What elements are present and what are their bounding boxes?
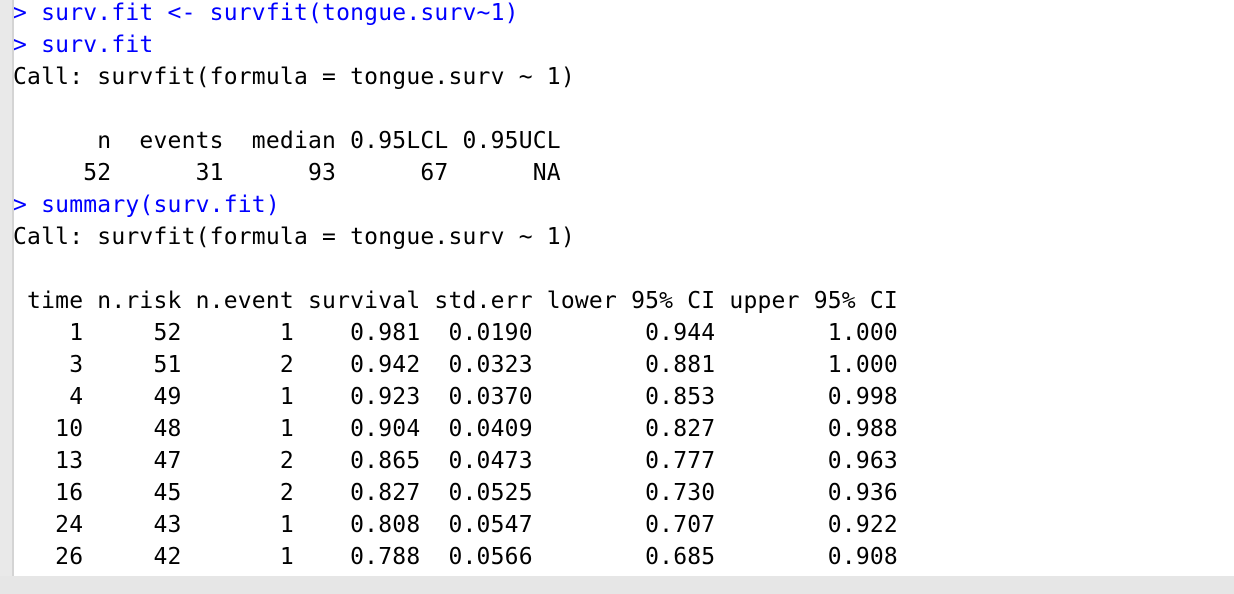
console-output-line: 10 48 1 0.904 0.0409 0.827 0.988 (13, 416, 898, 442)
console-output-line: 13 47 2 0.865 0.0473 0.777 0.963 (13, 448, 898, 474)
console-input-line: > surv.fit (13, 32, 154, 58)
console-output-line: 3 51 2 0.942 0.0323 0.881 1.000 (13, 352, 898, 378)
horizontal-scrollbar-track[interactable] (0, 576, 1234, 594)
console-input-line: > summary(surv.fit) (13, 192, 280, 218)
console-output: > surv.fit <- survfit(tongue.surv~1) > s… (13, 0, 1234, 573)
console-output-line: 16 45 2 0.827 0.0525 0.730 0.936 (13, 480, 898, 506)
console-output-line: 4 49 1 0.923 0.0370 0.853 0.998 (13, 384, 898, 410)
console-output-line: time n.risk n.event survival std.err low… (13, 288, 898, 314)
console-output-line: n events median 0.95LCL 0.95UCL (13, 128, 561, 154)
console-output-line: Call: survfit(formula = tongue.surv ~ 1) (13, 224, 575, 250)
console-output-line: 52 31 93 67 NA (13, 160, 561, 186)
console-output-line: 24 43 1 0.808 0.0547 0.707 0.922 (13, 512, 898, 538)
r-console-pane[interactable]: > surv.fit <- survfit(tongue.surv~1) > s… (12, 0, 1234, 576)
console-output-line: 1 52 1 0.981 0.0190 0.944 1.000 (13, 320, 898, 346)
console-input-line: > surv.fit <- survfit(tongue.surv~1) (13, 0, 519, 26)
console-output-line: Call: survfit(formula = tongue.surv ~ 1) (13, 64, 575, 90)
console-output-line: 26 42 1 0.788 0.0566 0.685 0.908 (13, 544, 898, 570)
